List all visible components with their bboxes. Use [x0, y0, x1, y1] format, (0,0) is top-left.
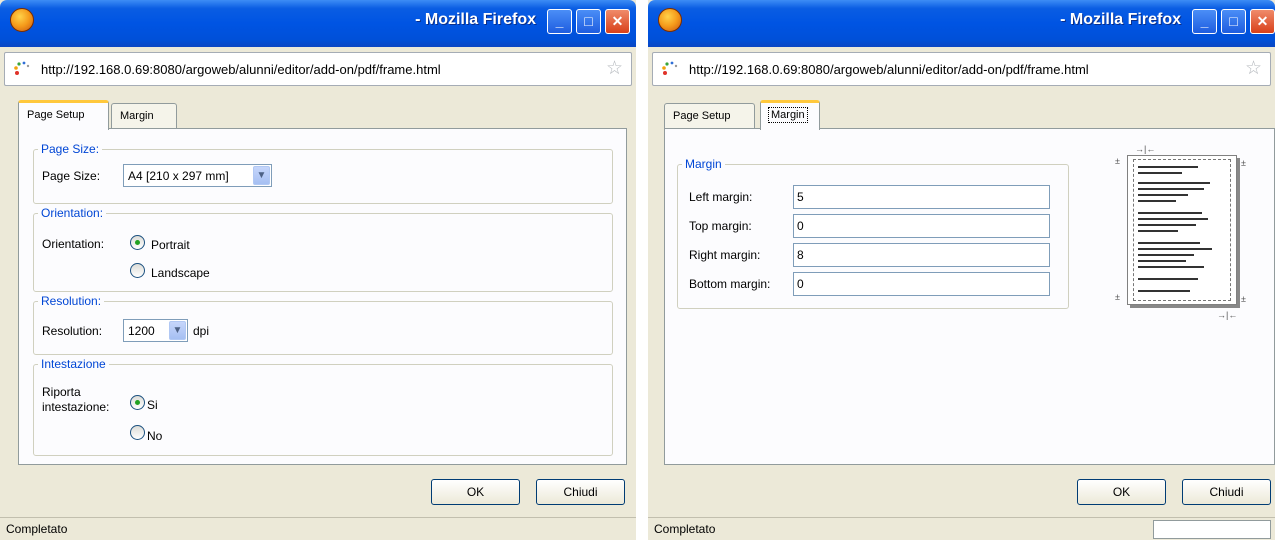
- ok-button[interactable]: OK: [431, 479, 520, 505]
- resolution-select[interactable]: 1200 ▼: [123, 319, 188, 342]
- window-title: - Mozilla Firefox: [1060, 11, 1181, 28]
- page-size-legend: Page Size:: [38, 142, 103, 156]
- portrait-label: Portrait: [151, 238, 190, 252]
- chiudi-button[interactable]: Chiudi: [536, 479, 625, 505]
- title-bar[interactable]: - Mozilla Firefox _ □ ✕: [648, 0, 1275, 47]
- firefox-window-margin: - Mozilla Firefox _ □ ✕ http://192.168.0…: [648, 0, 1275, 540]
- address-bar[interactable]: http://192.168.0.69:8080/argoweb/alunni/…: [652, 52, 1271, 86]
- resolution-group: Resolution: Resolution: 1200 ▼ dpi: [33, 294, 613, 355]
- status-bar: Completato: [648, 517, 1275, 540]
- portrait-radio[interactable]: [130, 235, 145, 250]
- top-margin-input[interactable]: 0: [793, 214, 1050, 238]
- intestazione-si-radio[interactable]: [130, 395, 145, 410]
- resolution-label: Resolution:: [42, 324, 103, 338]
- minimize-icon[interactable]: _: [547, 9, 572, 34]
- top-margin-label: Top margin:: [689, 219, 752, 233]
- tab-panel-page-setup: Page Size: Page Size: A4 [210 x 297 mm] …: [18, 128, 627, 465]
- margin-legend: Margin: [682, 157, 725, 171]
- address-bar[interactable]: http://192.168.0.69:8080/argoweb/alunni/…: [4, 52, 632, 86]
- bookmark-star-icon[interactable]: ☆: [1245, 59, 1262, 79]
- intestazione-si-label: Si: [147, 398, 158, 412]
- intestazione-legend: Intestazione: [38, 357, 109, 371]
- title-bar[interactable]: - Mozilla Firefox _ □ ✕: [0, 0, 636, 47]
- firefox-window-page-setup: - Mozilla Firefox _ □ ✕ http://192.168.0…: [0, 0, 636, 540]
- left-margin-label: Left margin:: [689, 190, 753, 204]
- firefox-logo-icon: [658, 8, 682, 32]
- landscape-radio[interactable]: [130, 263, 145, 278]
- tab-margin[interactable]: Margin: [760, 100, 820, 130]
- dropdown-arrow-icon[interactable]: ▼: [253, 166, 270, 185]
- margin-preview: →|← ± ± ± ± →|←: [1115, 144, 1246, 320]
- page-loading-icon: [662, 61, 678, 75]
- right-margin-input[interactable]: 8: [793, 243, 1050, 267]
- minimize-icon[interactable]: _: [1192, 9, 1217, 34]
- url-text: http://192.168.0.69:8080/argoweb/alunni/…: [41, 62, 441, 77]
- intestazione-no-radio[interactable]: [130, 425, 145, 440]
- status-progress-field: [1153, 520, 1271, 539]
- close-icon[interactable]: ✕: [605, 9, 630, 34]
- page-size-group: Page Size: Page Size: A4 [210 x 297 mm] …: [33, 142, 613, 204]
- resolution-unit: dpi: [193, 324, 210, 338]
- tab-panel-margin: Margin Left margin: 5 Top margin: 0 Righ…: [664, 128, 1275, 465]
- tab-margin[interactable]: Margin: [111, 103, 177, 129]
- bookmark-star-icon[interactable]: ☆: [606, 59, 623, 79]
- url-text: http://192.168.0.69:8080/argoweb/alunni/…: [689, 62, 1089, 77]
- page-size-select[interactable]: A4 [210 x 297 mm] ▼: [123, 164, 272, 187]
- dropdown-arrow-icon[interactable]: ▼: [169, 321, 186, 340]
- window-title: - Mozilla Firefox: [415, 11, 536, 28]
- close-icon[interactable]: ✕: [1250, 9, 1275, 34]
- landscape-label: Landscape: [151, 266, 210, 280]
- intestazione-group: Intestazione Riporta intestazione: Si No: [33, 357, 613, 456]
- resolution-legend: Resolution:: [38, 294, 105, 308]
- left-margin-input[interactable]: 5: [793, 185, 1050, 209]
- intestazione-no-label: No: [147, 429, 163, 443]
- bottom-margin-label: Bottom margin:: [689, 277, 771, 291]
- page-size-label: Page Size:: [42, 169, 101, 183]
- page-loading-icon: [14, 61, 30, 75]
- maximize-icon[interactable]: □: [576, 9, 601, 34]
- bottom-margin-input[interactable]: 0: [793, 272, 1050, 296]
- status-text: Completato: [6, 522, 68, 536]
- tab-page-setup[interactable]: Page Setup: [664, 103, 755, 129]
- ok-button[interactable]: OK: [1077, 479, 1166, 505]
- chiudi-button[interactable]: Chiudi: [1182, 479, 1271, 505]
- orientation-legend: Orientation:: [38, 206, 107, 220]
- maximize-icon[interactable]: □: [1221, 9, 1246, 34]
- orientation-label: Orientation:: [42, 237, 105, 251]
- firefox-logo-icon: [10, 8, 34, 32]
- margin-group: Margin Left margin: 5 Top margin: 0 Righ…: [677, 157, 1069, 309]
- tab-page-setup[interactable]: Page Setup: [18, 100, 109, 130]
- right-margin-label: Right margin:: [689, 248, 761, 262]
- orientation-group: Orientation: Orientation: Portrait Lands…: [33, 206, 613, 292]
- page-preview-image: [1127, 155, 1237, 305]
- intestazione-label: Riporta intestazione:: [42, 385, 110, 414]
- status-bar: Completato: [0, 517, 636, 540]
- status-text: Completato: [654, 522, 716, 536]
